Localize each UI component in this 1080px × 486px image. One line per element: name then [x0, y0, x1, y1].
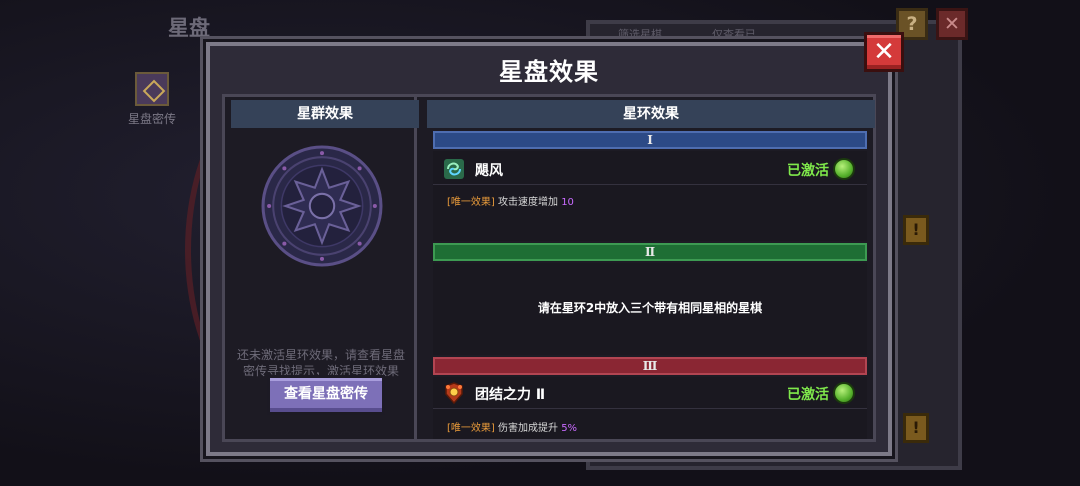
whirlwind-icon: [444, 159, 464, 179]
constellation-effects-header: 星群效果: [231, 100, 419, 128]
effect-desc-text: 攻击速度增加: [498, 197, 558, 208]
ring-3-effects: 团结之力 Ⅱ 已激活 [唯一效果] 伤害加成提升 5%: [433, 377, 867, 439]
background-codex-label: 星盘密传: [127, 112, 176, 126]
background-alert-icon: !: [903, 215, 929, 245]
ring-effects-panel: 星环效果 Ⅰ 飓风 已激活 [唯一效果] 攻击速度增加 10 Ⅱ 请在星环2中放…: [423, 97, 875, 439]
effect-description: [唯一效果] 攻击速度增加 10: [447, 193, 574, 208]
constellation-effects-panel: 星群效果 还未激活星环效果，请查看星盘密传寻找提示，激活星环效果 查看星盘密传: [225, 97, 419, 439]
effect-tag: [唯一效果]: [447, 197, 495, 208]
astrolabe-sigil-icon: [261, 145, 383, 267]
effect-value: 10: [561, 197, 574, 208]
ring-1-effects: 飓风 已激活 [唯一效果] 攻击速度增加 10: [433, 151, 867, 241]
dialog-body: 星群效果 还未激活星环效果，请查看星盘密传寻找提示，激活星环效果 查看星盘密传 …: [222, 94, 876, 442]
astrolabe-effects-dialog: 星盘效果 ✕ 星群效果 还未激活星环效果，请查看星盘密传寻找提示，激活星环效果: [206, 32, 904, 456]
background-close-icon: ✕: [936, 8, 968, 40]
background-title: 星盘: [168, 16, 210, 40]
view-codex-button[interactable]: 查看星盘密传: [267, 375, 385, 415]
effect-desc-text: 伤害加成提升: [498, 423, 558, 434]
effect-description: [唯一效果] 伤害加成提升 5%: [447, 419, 577, 434]
ring-effects-header: 星环效果: [427, 100, 875, 128]
effect-row: 飓风 已激活: [433, 153, 867, 185]
dialog-title: 星盘效果: [499, 58, 599, 86]
background-alert-icon: !: [903, 413, 929, 443]
ring-2-header: Ⅱ: [433, 243, 867, 261]
background-codex-entry: 星盘密传: [112, 72, 192, 127]
close-button[interactable]: ✕: [864, 32, 904, 72]
ring-1-header: Ⅰ: [433, 131, 867, 149]
ring-2-effects: 请在星环2中放入三个带有相同星相的星棋: [433, 263, 867, 355]
effect-row: 团结之力 Ⅱ 已激活: [433, 377, 867, 409]
unity-emblem-icon: [445, 382, 463, 404]
active-indicator-icon: [833, 382, 855, 404]
codex-icon: [135, 72, 169, 106]
effect-value: 5%: [561, 423, 578, 434]
effect-status: 已激活: [787, 163, 829, 179]
ring-2-hint-text: 请在星环2中放入三个带有相同星相的星棋: [537, 301, 763, 315]
close-icon: ✕: [873, 37, 895, 67]
effect-tag: [唯一效果]: [447, 423, 495, 434]
active-indicator-icon: [833, 158, 855, 180]
effect-name: 飓风: [475, 163, 503, 179]
effect-name: 团结之力 Ⅱ: [475, 387, 546, 403]
effect-status: 已激活: [787, 387, 829, 403]
ring-3-header: Ⅲ: [433, 357, 867, 375]
